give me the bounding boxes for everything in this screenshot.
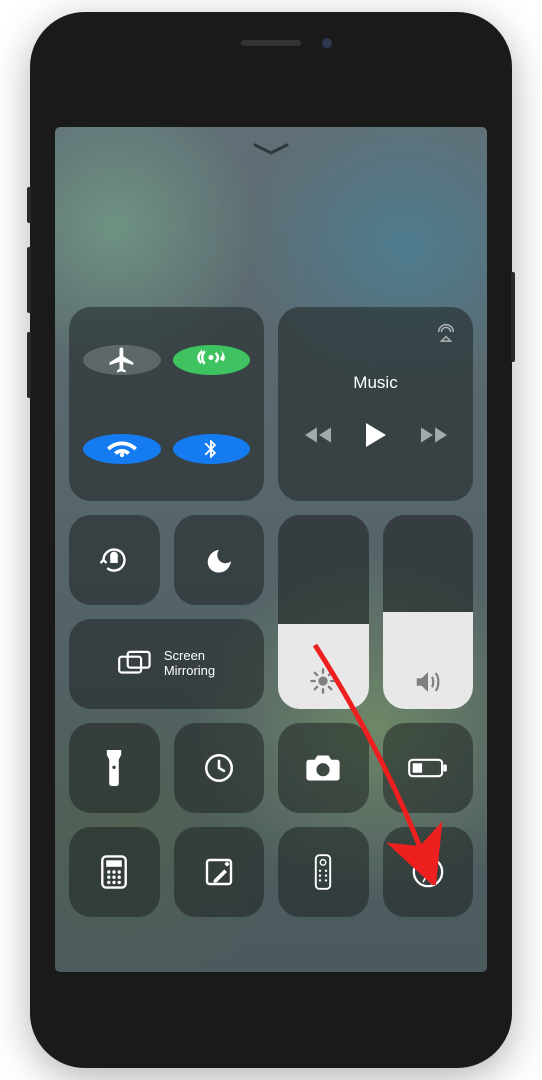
rewind-icon[interactable]: [305, 427, 331, 443]
cellular-data-button[interactable]: [173, 345, 251, 375]
timer-button[interactable]: [174, 723, 265, 813]
wifi-button[interactable]: [83, 434, 161, 464]
bluetooth-button[interactable]: [173, 434, 251, 464]
volume-down-button: [27, 332, 31, 398]
airplay-icon[interactable]: [435, 321, 457, 343]
notes-button[interactable]: [174, 827, 265, 917]
apple-tv-remote-button[interactable]: [278, 827, 369, 917]
power-button: [511, 272, 515, 362]
screen-mirroring-button[interactable]: ScreenMirroring: [69, 619, 264, 709]
play-icon[interactable]: [365, 423, 387, 447]
orientation-lock-button[interactable]: [69, 515, 160, 605]
screen-mirroring-label: ScreenMirroring: [164, 649, 215, 679]
screen: Music: [55, 127, 487, 972]
control-center-grid: Music: [69, 307, 473, 917]
fast-forward-icon[interactable]: [421, 427, 447, 443]
brightness-icon: [309, 667, 337, 695]
screen-mirroring-icon: [118, 650, 152, 678]
flashlight-button[interactable]: [69, 723, 160, 813]
collapse-chevron-icon[interactable]: [253, 143, 289, 157]
airplane-mode-button[interactable]: [83, 345, 161, 375]
volume-slider[interactable]: [383, 515, 474, 709]
volume-icon: [413, 669, 443, 695]
mute-switch: [27, 187, 31, 223]
do-not-disturb-button[interactable]: [174, 515, 265, 605]
music-title: Music: [353, 373, 397, 393]
camera-button[interactable]: [278, 723, 369, 813]
low-power-mode-button[interactable]: [383, 723, 474, 813]
volume-up-button: [27, 247, 31, 313]
music-panel[interactable]: Music: [278, 307, 473, 501]
connectivity-group[interactable]: [69, 307, 264, 501]
accessibility-button[interactable]: [383, 827, 474, 917]
brightness-slider[interactable]: [278, 515, 369, 709]
calculator-button[interactable]: [69, 827, 160, 917]
phone-frame: Music: [30, 12, 512, 1068]
